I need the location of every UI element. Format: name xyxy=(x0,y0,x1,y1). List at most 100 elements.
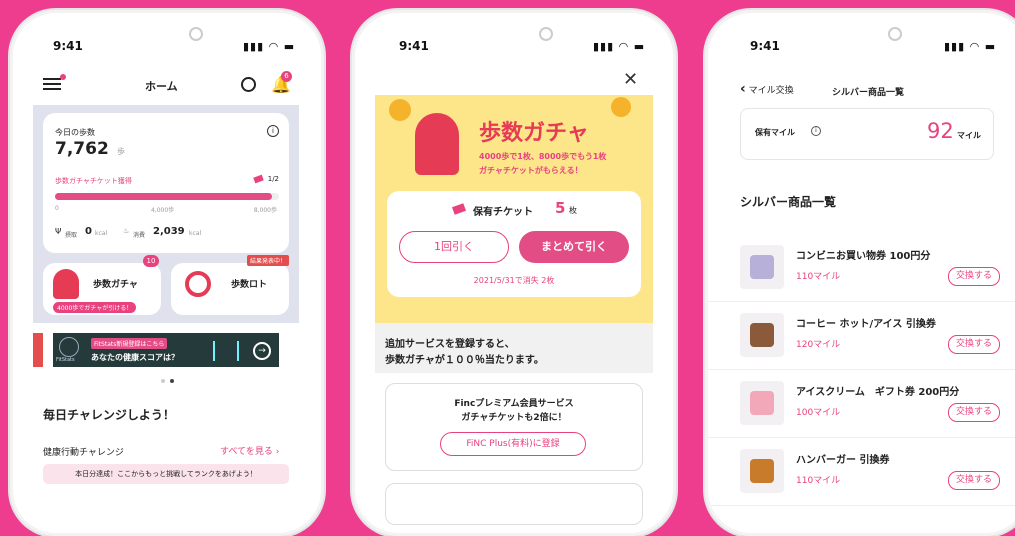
miles-card: 保有マイル i 92 マイル xyxy=(740,108,994,160)
coffee-cup-icon xyxy=(740,313,784,357)
gacha-badge: 10 xyxy=(143,255,159,267)
phone-silver-list: 9:41 ▮▮▮ ◠ ▬ ‹ マイル交換 シルバー商品一覧 保有マイル i 92… xyxy=(705,10,1015,536)
ice-cream-icon xyxy=(740,381,784,425)
promo-strip: 追加サービスを登録すると、 歩数ガチャが１００％当たります。 xyxy=(375,323,653,373)
draw-once-button[interactable]: 1回引く xyxy=(399,231,509,263)
intake-unit: kcal xyxy=(95,230,108,237)
list-item[interactable]: ハンバーガー 引換券 110マイル 交換する xyxy=(708,439,1015,506)
burn-value: 2,039 xyxy=(153,226,185,237)
item-name: アイスクリーム ギフト券 200円分 xyxy=(796,387,960,398)
steps-value: 7,762 xyxy=(55,139,109,159)
intake-value: 0 xyxy=(85,226,92,237)
owned-count: 5 xyxy=(555,199,566,217)
scale-mid: 4,000歩 xyxy=(151,207,175,214)
steps-panel: 今日の歩数 i 7,762 歩 歩数ガチャチケット獲得 1/2 0 4,000歩… xyxy=(33,105,299,323)
page-title: ホーム xyxy=(145,80,178,93)
ticket-card: 保有チケット 5 枚 1回引く まとめて引く 2021/5/31で消失 2枚 xyxy=(387,191,641,297)
gacha-desc2: ガチャチケットがもらえる！ xyxy=(479,166,583,175)
coin-icon xyxy=(611,97,631,117)
lotto-label: 歩数ロト xyxy=(231,280,268,290)
search-icon[interactable] xyxy=(241,77,256,92)
register-button[interactable]: FiNC Plus(有料)に登録 xyxy=(440,432,586,456)
miles-unit: マイル xyxy=(957,131,981,140)
banner-side-stub xyxy=(33,333,43,367)
health-challenge-label: 健康行動チャレンジ xyxy=(43,448,124,458)
list-item[interactable]: コンビニお買い物券 100円分 110マイル 交換する xyxy=(708,235,1015,302)
item-price: 110マイル xyxy=(796,272,841,282)
fitstats-banner[interactable]: FitStats FitStats新規登録はこちら あなたの健康スコアは？ → xyxy=(53,333,279,367)
exchange-button[interactable]: 交換する xyxy=(948,471,1000,490)
gacha-label: 歩数ガチャ xyxy=(93,280,138,290)
target-icon xyxy=(185,271,211,297)
info-icon[interactable]: i xyxy=(811,126,821,136)
progress-track xyxy=(55,193,279,200)
gacha-machine-icon xyxy=(415,113,459,175)
promo-line1: 追加サービスを登録すると、 xyxy=(385,339,515,350)
steps-unit: 歩 xyxy=(117,147,125,156)
item-name: コンビニお買い物券 100円分 xyxy=(796,251,931,262)
steps-card[interactable]: 今日の歩数 i 7,762 歩 歩数ガチャチケット獲得 1/2 0 4,000歩… xyxy=(43,113,289,253)
notification-badge: 6 xyxy=(281,71,292,82)
see-all-label: すべてを見る xyxy=(220,447,273,457)
camera-dot xyxy=(888,27,902,41)
steps-label: 今日の歩数 xyxy=(55,128,95,137)
hamburger-icon xyxy=(740,449,784,493)
item-price: 110マイル xyxy=(796,476,841,486)
gacha-tile[interactable]: 歩数ガチャ 10 4000歩でガチャが引ける！ xyxy=(43,255,161,315)
miles-value: 92 xyxy=(927,119,954,143)
ticket-progress-label: 歩数ガチャチケット獲得 xyxy=(55,177,132,185)
gacha-title: 歩数ガチャ xyxy=(479,121,589,146)
gacha-hero: 歩数ガチャ 4000歩で1枚、8000歩でもう1枚 ガチャチケットがもらえる！ … xyxy=(375,95,653,323)
scale-max: 8,000歩 xyxy=(253,207,277,214)
signal-wifi-battery-icon: ▮▮▮ ◠ ▬ xyxy=(593,40,646,53)
signal-wifi-battery-icon: ▮▮▮ ◠ ▬ xyxy=(944,40,997,53)
flame-icon: ♨ xyxy=(123,227,130,235)
burn-label: 消費 xyxy=(133,232,146,239)
lotto-badge: 結果発表中！ xyxy=(246,255,289,266)
expiry-text: 2021/5/31で消失 2枚 xyxy=(473,276,555,285)
see-all-link[interactable]: すべてを見る › xyxy=(220,444,279,457)
back-label: マイル交換 xyxy=(748,86,794,96)
exchange-button[interactable]: 交換する xyxy=(948,335,1000,354)
section-title: シルバー商品一覧 xyxy=(740,195,837,209)
back-button[interactable]: ‹ マイル交換 xyxy=(740,81,794,97)
info-icon[interactable]: i xyxy=(267,125,279,137)
list-item[interactable]: コーヒー ホット/アイス 引換券 120マイル 交換する xyxy=(708,303,1015,370)
status-time: 9:41 xyxy=(750,39,780,53)
page-title: シルバー商品一覧 xyxy=(832,88,905,98)
scale-min: 0 xyxy=(55,205,59,212)
phone-home: 9:41 ▮▮▮ ◠ ▬ ホーム 🔔 6 今日の歩数 i 7,762 歩 歩数ガ… xyxy=(10,10,324,536)
exchange-button[interactable]: 交換する xyxy=(948,403,1000,422)
owned-label: 保有チケット xyxy=(473,207,533,218)
fitstats-logo-text: FitStats xyxy=(56,357,75,363)
ticket-icon xyxy=(253,174,264,184)
premium-line1: Fincプレミアム会員サービス xyxy=(454,399,574,409)
owned-unit: 枚 xyxy=(569,206,577,215)
fitstats-logo xyxy=(59,337,79,357)
phone-gacha: 9:41 ▮▮▮ ◠ ▬ ✕ 歩数ガチャ 4000歩で1枚、8000歩でもう1枚… xyxy=(352,10,676,536)
gacha-desc1: 4000歩で1枚、8000歩でもう1枚 xyxy=(479,152,607,161)
status-time: 9:41 xyxy=(399,39,429,53)
chevron-right-icon: › xyxy=(275,447,280,457)
lotto-tile[interactable]: 歩数ロト 結果発表中！ xyxy=(171,255,289,315)
premium-line2: ガチャチケットも2倍に！ xyxy=(461,413,567,423)
close-icon[interactable]: ✕ xyxy=(623,69,638,90)
exchange-button[interactable]: 交換する xyxy=(948,267,1000,286)
arrow-circle-icon: → xyxy=(253,342,271,360)
banner-text: あなたの健康スコアは？ xyxy=(91,353,179,362)
miles-label: 保有マイル xyxy=(755,128,795,137)
coin-icon xyxy=(389,99,411,121)
gacha-machine-icon xyxy=(53,269,79,299)
list-item[interactable]: アイスクリーム ギフト券 200円分 100マイル 交換する xyxy=(708,371,1015,438)
draw-all-button[interactable]: まとめて引く xyxy=(519,231,629,263)
camera-dot xyxy=(189,27,203,41)
chevron-left-icon: ‹ xyxy=(740,81,746,97)
intake-label: 摂取 xyxy=(65,232,78,239)
menu-icon[interactable] xyxy=(43,74,66,93)
next-card-edge xyxy=(385,483,643,525)
item-name: ハンバーガー 引換券 xyxy=(796,455,890,466)
gacha-sub: 4000歩でガチャが引ける！ xyxy=(53,302,137,313)
challenge-message: 本日分達成！ここからもっと挑戦してランクをあげよう！ xyxy=(43,464,289,484)
ticket-count: 1/2 xyxy=(267,175,279,183)
bar-graphic-icon xyxy=(213,341,239,361)
